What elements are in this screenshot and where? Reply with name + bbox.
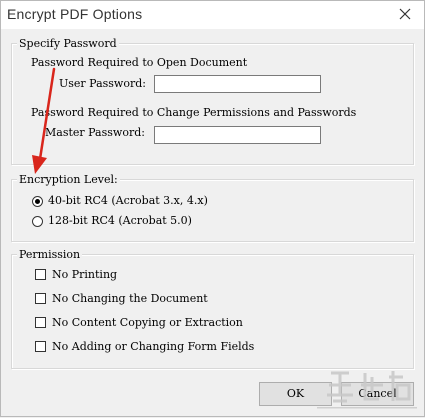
encryption-level-group	[11, 179, 414, 242]
master-password-input[interactable]	[154, 126, 321, 144]
open-password-heading: Password Required to Open Document	[31, 56, 248, 69]
permissions-password-heading: Password Required to Change Permissions …	[31, 106, 357, 119]
specify-password-legend: Specify Password	[17, 37, 119, 51]
master-password-label: Master Password:	[45, 126, 145, 139]
checkbox-no-changing-document[interactable]	[35, 293, 46, 304]
checkbox-no-content-copying-label[interactable]: No Content Copying or Extraction	[52, 316, 243, 330]
user-password-input[interactable]	[154, 75, 321, 93]
close-button[interactable]	[396, 5, 414, 23]
checkbox-no-form-fields-label[interactable]: No Adding or Changing Form Fields	[52, 340, 254, 354]
radio-40-bit-rc4[interactable]	[32, 196, 43, 207]
checkbox-no-content-copying[interactable]	[35, 317, 46, 328]
checkbox-no-printing[interactable]	[35, 269, 46, 280]
radio-128-bit-rc4[interactable]	[32, 216, 43, 227]
encryption-level-legend: Encryption Level:	[17, 173, 120, 187]
permission-legend: Permission	[17, 248, 83, 262]
checkbox-no-changing-document-label[interactable]: No Changing the Document	[52, 292, 208, 306]
checkbox-no-form-fields[interactable]	[35, 341, 46, 352]
user-password-label: User Password:	[59, 77, 146, 90]
close-icon	[399, 8, 411, 20]
encrypt-pdf-options-dialog: Encrypt PDF Options Specify Password Pas…	[0, 0, 425, 417]
radio-40-bit-rc4-label[interactable]: 40-bit RC4 (Acrobat 3.x, 4.x)	[48, 194, 208, 208]
cancel-button[interactable]: Cancel	[341, 382, 414, 406]
radio-128-bit-rc4-label[interactable]: 128-bit RC4 (Acrobat 5.0)	[48, 214, 192, 228]
checkbox-no-printing-label[interactable]: No Printing	[52, 268, 117, 282]
title-bar: Encrypt PDF Options	[1, 1, 424, 29]
ok-button[interactable]: OK	[259, 382, 332, 406]
window-title: Encrypt PDF Options	[7, 6, 143, 22]
